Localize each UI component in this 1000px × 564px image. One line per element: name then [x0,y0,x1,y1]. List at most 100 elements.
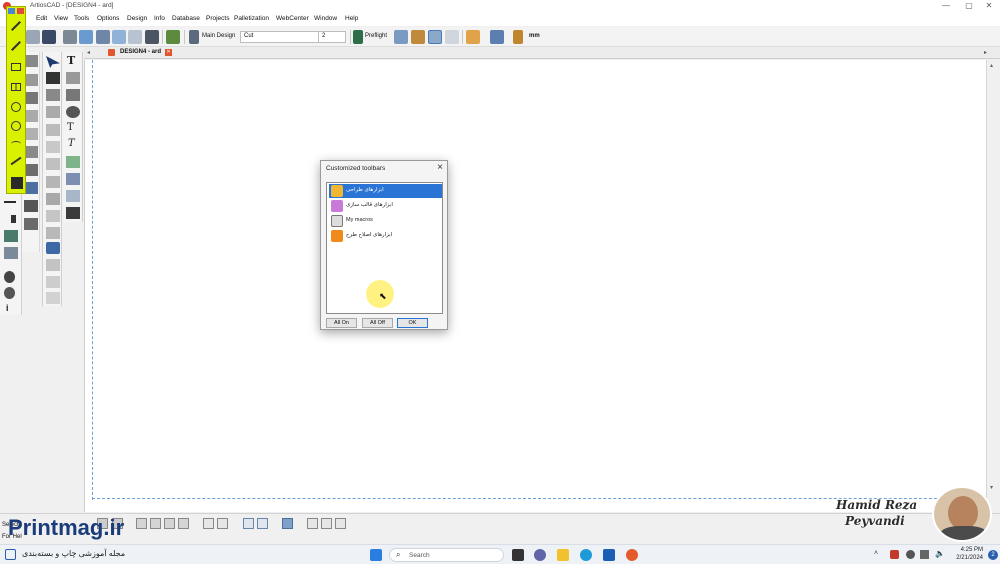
cylinder-icon[interactable] [66,106,80,118]
angled-line-icon[interactable] [10,156,22,166]
teams-icon[interactable] [534,549,546,561]
hook-icon[interactable] [24,218,38,230]
line-icon[interactable] [4,201,16,203]
extend-icon[interactable] [46,176,60,188]
preflight-label[interactable]: Preflight [365,33,387,39]
zoom-all-icon[interactable] [257,518,268,529]
line-type-select[interactable]: Cut [240,31,320,43]
line-draw-icon[interactable] [11,21,21,31]
network-icon[interactable] [906,550,915,559]
windows-start-icon[interactable] [370,549,382,561]
toolbar-item-icon[interactable] [331,200,343,212]
scale-icon[interactable] [46,124,60,136]
settings-icon[interactable] [4,287,15,299]
menu-webcenter[interactable]: WebCenter [276,15,309,22]
widgets-icon[interactable] [5,549,16,560]
minimize-button[interactable]: — [935,0,957,12]
bridge-icon[interactable] [24,182,38,194]
split-icon[interactable] [46,227,60,239]
open-icon[interactable] [26,30,40,44]
toolbar-grip-icon[interactable] [8,8,15,14]
clock-time[interactable]: 4:25 PM [955,547,983,553]
toolbar-list-item[interactable]: ابزارهای قالب سازی [329,199,442,213]
select-box-icon[interactable] [307,518,318,529]
units-label[interactable]: mm [529,33,540,39]
dialog-close-icon[interactable]: × [437,162,443,173]
menu-window[interactable]: Window [314,15,337,22]
circle-icon[interactable] [24,110,38,122]
frame-icon[interactable] [445,30,459,44]
hatch-icon[interactable] [66,173,80,185]
measure-icon[interactable] [4,247,18,259]
notification-badge[interactable]: 2 [988,550,998,560]
grid-rectangle-icon[interactable] [11,83,21,91]
toolbar-item-icon[interactable] [331,215,343,227]
curve-icon[interactable] [24,146,38,158]
text-style-icon[interactable]: T [67,122,74,133]
menu-palletization[interactable]: Palletization [234,15,269,22]
layout-icon[interactable] [428,30,442,44]
trim-icon[interactable] [46,158,60,170]
task-view-icon[interactable] [512,549,524,561]
spline-icon[interactable] [24,200,38,212]
select-multi-icon[interactable] [46,72,60,84]
snap-3-icon[interactable] [164,518,175,529]
italic-text-icon[interactable]: T [68,138,75,149]
macro-icon[interactable] [11,177,23,189]
layers-icon[interactable] [112,30,126,44]
zoom-icon[interactable] [79,30,93,44]
taskbar-search-box[interactable]: ⌕ Search [389,548,504,562]
snap-4-icon[interactable] [178,518,189,529]
pen-icon[interactable] [66,89,80,101]
toolbar-list-item[interactable]: My macros [329,214,442,228]
toolbar-item-icon[interactable] [331,185,343,197]
close-tab-icon[interactable]: ✕ [165,49,172,56]
triangle-icon[interactable] [4,215,16,223]
toolbar-item-icon[interactable] [331,230,343,242]
menu-database[interactable]: Database [172,15,200,22]
ok-button[interactable]: OK [397,318,428,328]
toolbar-list-item[interactable]: ابزارهای طراحی [329,184,442,198]
chamfer-icon[interactable] [46,210,60,222]
map-icon[interactable] [490,30,504,44]
rectangle-icon[interactable] [11,63,21,71]
menu-tools[interactable]: Tools [74,15,89,22]
save-icon[interactable] [42,30,56,44]
design-grid-icon[interactable] [166,30,180,44]
mirror-icon[interactable] [46,141,60,153]
menu-options[interactable]: Options [97,15,119,22]
menu-edit[interactable]: Edit [36,15,47,22]
toolbar-list-item[interactable]: ابزارهای اصلاح طرح [329,229,442,243]
edge-icon[interactable] [580,549,592,561]
dimension-icon[interactable] [4,230,18,242]
fit-icon[interactable] [335,518,346,529]
fillet-icon[interactable] [46,193,60,205]
circle-draw-icon[interactable] [11,102,21,112]
window-select-2-icon[interactable] [217,518,228,529]
menu-help[interactable]: Help [345,15,358,22]
snap-icon[interactable] [136,518,147,529]
grid-icon[interactable] [145,30,159,44]
tray-app-icon[interactable] [890,550,899,559]
menu-projects[interactable]: Projects [206,15,229,22]
draw-line-icon[interactable] [24,55,38,67]
tab-scroll-left-icon[interactable]: ◂ [87,49,90,56]
arc-icon[interactable] [24,164,38,176]
snap-2-icon[interactable] [150,518,161,529]
delete-icon[interactable] [46,89,60,101]
pan-icon[interactable] [282,518,293,529]
volume-icon[interactable]: 🔈 [935,549,945,558]
barcode-icon[interactable] [66,207,80,219]
polyline-icon[interactable] [24,74,38,86]
display-icon[interactable] [920,550,929,559]
menu-design[interactable]: Design [127,15,147,22]
menu-info[interactable]: Info [154,15,165,22]
window-select-icon[interactable] [203,518,214,529]
all-on-button[interactable]: All On [326,318,357,328]
scroll-down-icon[interactable]: ▾ [990,484,993,491]
paragraph-icon[interactable] [66,72,80,84]
maximize-button[interactable]: ▢ [958,0,980,12]
store-icon[interactable] [603,549,615,561]
eraser-icon[interactable] [46,259,60,271]
align-icon[interactable] [46,292,60,304]
